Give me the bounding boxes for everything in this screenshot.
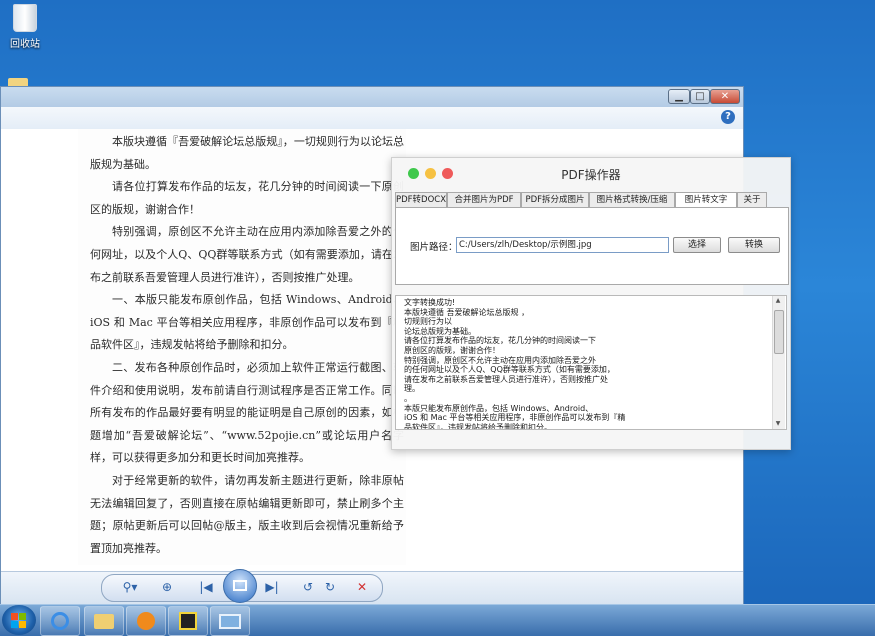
taskbar-explorer-icon[interactable] [84,606,124,636]
taskbar-ie-icon[interactable] [40,606,80,636]
folder-icon [94,614,114,629]
recycle-bin-shortcut[interactable]: 回收站 [4,4,46,50]
windows-logo-icon [19,621,26,628]
taskbar-pdf-tool-icon[interactable] [168,606,208,636]
slideshow-icon [233,580,247,591]
doc-paragraph: 一、本版只能发布原创作品，包括 Windows、Android、iOS 和 Ma… [90,293,404,352]
ocr-output-textarea[interactable]: 文字转换成功! 本版块遵循 吾爱破解论坛总版规 ， 切规则行为以 论坛总版规为基… [395,295,787,430]
windows-logo-icon [11,613,18,620]
help-icon[interactable]: ? [721,110,735,124]
actual-size-button[interactable]: ⊕ [157,577,177,597]
pdf-tool-icon [179,612,197,630]
taskbar-media-player-icon[interactable] [126,606,166,636]
image-path-label: 图片路径： [410,242,458,253]
image-path-input[interactable]: C:/Users/zlh/Desktop/示例图.jpg [456,237,669,253]
pdf-title-bar[interactable]: PDF操作器 [392,158,790,190]
slideshow-button[interactable] [223,569,257,603]
recycle-bin-icon [13,4,37,32]
tab-merge-images[interactable]: 合并图片为PDF [447,192,521,207]
taskbar-photo-viewer-icon[interactable] [210,606,250,636]
doc-paragraph: 特别强调，原创区不允许主动在应用内添加除吾爱之外的任何网址，以及个人Q、QQ群等… [90,225,404,284]
document-image: 本版块遵循『吾爱破解论坛总版规』，一切规则行为以论坛总版规为基础。 请各位打算发… [78,129,406,565]
minimize-button[interactable]: ▁ [668,89,690,104]
scroll-thumb[interactable] [774,310,784,354]
doc-paragraph: 本版块遵循『吾爱破解论坛总版规』，一切规则行为以论坛总版规为基础。 [90,135,404,171]
zoom-button[interactable]: ⚲▾ [117,577,143,597]
recycle-bin-label: 回收站 [10,39,40,50]
windows-logo-icon [11,621,18,628]
pdf-window-title: PDF操作器 [561,168,621,182]
select-button[interactable]: 选择 [673,237,721,253]
scroll-down-icon[interactable]: ▼ [773,420,783,427]
next-button[interactable]: ▶| [259,577,285,597]
start-button[interactable] [2,605,36,635]
previous-button[interactable]: |◀ [193,577,219,597]
doc-paragraph: 对于经常更新的软件，请勿再发新主题进行更新，除非原帖无法编辑回复了，否则直接在原… [90,473,404,555]
tab-pdf-to-docx[interactable]: PDF转DOCX [395,192,447,207]
convert-button[interactable]: 转换 [728,237,780,253]
pdf-tool-window: PDF操作器 PDF转DOCX 合并图片为PDF PDF拆分成图片 图片格式转换… [391,157,791,450]
doc-paragraph: 请各位打算发布作品的坛友，花几分钟的时间阅读一下原创区的版规，谢谢合作！ [90,180,404,216]
tab-split-pdf[interactable]: PDF拆分成图片 [521,192,589,207]
photo-viewer-icon [219,614,241,629]
tab-image-to-text[interactable]: 图片转文字 [675,192,737,208]
maximize-button[interactable]: □ [690,89,710,104]
ie-icon [51,612,69,630]
viewer-title-bar[interactable]: ▁ □ ✕ [1,87,743,107]
rotate-clockwise-button[interactable]: ↻ [321,577,339,597]
close-button[interactable]: ✕ [710,89,740,104]
scroll-up-icon[interactable]: ▲ [773,297,783,304]
tab-about[interactable]: 关于 [737,192,767,207]
viewer-menu-bar [1,107,743,130]
delete-button[interactable]: ✕ [353,577,371,597]
windows-logo-icon [19,613,26,620]
doc-paragraph: 二、发布各种原创作品时，必须加上软件正常运行截图、软件介绍和使用说明，发布前请自… [90,360,404,465]
image-to-text-panel: 图片路径： C:/Users/zlh/Desktop/示例图.jpg 选择 转换 [395,207,789,285]
tab-image-convert[interactable]: 图片格式转换/压缩 [589,192,675,207]
rotate-counterclockwise-button[interactable]: ↺ [299,577,317,597]
media-player-icon [137,612,155,630]
